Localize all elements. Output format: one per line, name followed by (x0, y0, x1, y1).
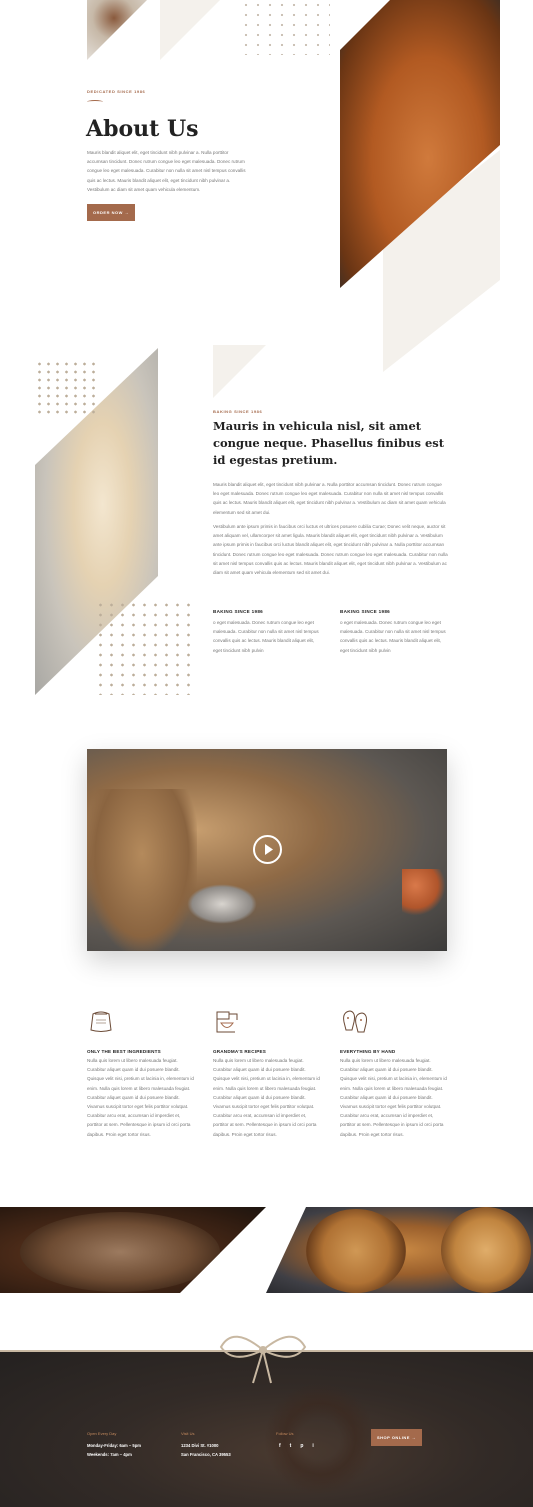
muffin-2 (441, 1207, 531, 1293)
about-col2-title: BAKING SINCE 1986 (340, 609, 391, 614)
feature-3-body: Nulla quis lorem ut libero malesuada feu… (340, 1058, 447, 1137)
mixer-icon (216, 1011, 238, 1033)
oven-mitts-icon (343, 1010, 367, 1033)
video-measuring-cup (187, 884, 257, 924)
about-col1-body: o eget malesuada. Donec rutrum congue le… (213, 620, 319, 653)
hero-eyebrow-swoosh (87, 100, 103, 104)
muffin-1 (306, 1209, 406, 1293)
video-eggs (402, 869, 447, 924)
hero-seeds-decoration (240, 0, 330, 55)
order-now-button[interactable]: ORDER NOW → (87, 204, 135, 221)
footer-visit-label: Visit Us (181, 1431, 195, 1436)
feature-2-body: Nulla quis lorem ut libero malesuada feu… (213, 1058, 320, 1137)
shop-online-button[interactable]: SHOP ONLINE → (371, 1429, 422, 1446)
seeds-decoration-left (35, 360, 95, 415)
feature-1-title: ONLY THE BEST INGREDIENTS (87, 1049, 161, 1054)
bread-loaf (20, 1212, 220, 1292)
about-heading: Mauris in vehicula nisl, sit amet congue… (213, 419, 445, 467)
feature-3-title: EVERYTHING BY HAND (340, 1049, 396, 1054)
flour-sack-icon (90, 1011, 112, 1032)
about-eyebrow: BAKING SINCE 1986 (213, 409, 263, 414)
muffin-strip-image (266, 1207, 533, 1293)
instagram-icon[interactable]: i (312, 1443, 313, 1449)
video-player[interactable] (87, 749, 447, 951)
hero-cookie-image (87, 0, 147, 60)
play-icon[interactable] (253, 835, 282, 864)
about-paragraph-1: Mauris blandit aliquet elit, eget tincid… (213, 482, 446, 515)
feature-2-title: GRANDMA'S RECIPES (213, 1049, 266, 1054)
feature-1: ONLY THE BEST INGREDIENTS Nulla quis lor… (87, 1008, 197, 1139)
footer-visit-line1: 1234 Divi St. #1000 (181, 1443, 219, 1448)
page-title: About Us (86, 116, 199, 142)
about-col1-title: BAKING SINCE 1986 (213, 609, 264, 614)
feature-2: GRANDMA'S RECIPES Nulla quis lorem ut li… (213, 1008, 323, 1139)
about-col2-body: o eget malesuada. Donec rutrum congue le… (340, 620, 446, 653)
footer-hours-line2: Weekends: 7am – 4pm (87, 1452, 132, 1457)
feature-1-body: Nulla quis lorem ut libero malesuada feu… (87, 1058, 194, 1137)
hero-body-text: Mauris blandit aliquet elit, eget tincid… (87, 150, 246, 192)
seeds-decoration-bottom (95, 600, 195, 695)
video-flour-bag (87, 789, 197, 951)
about-cream-shape (213, 345, 266, 398)
hero-eyebrow: DEDICATED SINCE 1986 (87, 89, 146, 94)
footer-follow-label: Follow Us (276, 1431, 294, 1436)
facebook-icon[interactable]: f (279, 1443, 281, 1449)
footer-hours-line1: Monday-Friday: 6am – 5pm (87, 1443, 141, 1448)
pinterest-icon[interactable]: p (300, 1443, 303, 1449)
feature-3: EVERYTHING BY HAND Nulla quis lorem ut l… (340, 1008, 450, 1139)
about-paragraph-2: Vestibulum ante ipsum primis in faucibus… (213, 524, 448, 576)
social-links: f t p i (279, 1443, 314, 1449)
footer-hours-label: Open Every Day (87, 1431, 117, 1436)
twitter-icon[interactable]: t (290, 1443, 292, 1449)
footer-visit-line2: San Francisco, CA 39553 (181, 1452, 231, 1457)
twine-bow-icon (219, 1335, 307, 1384)
hero-cream-shape-1 (160, 0, 220, 60)
bread-strip-image (0, 1207, 266, 1293)
